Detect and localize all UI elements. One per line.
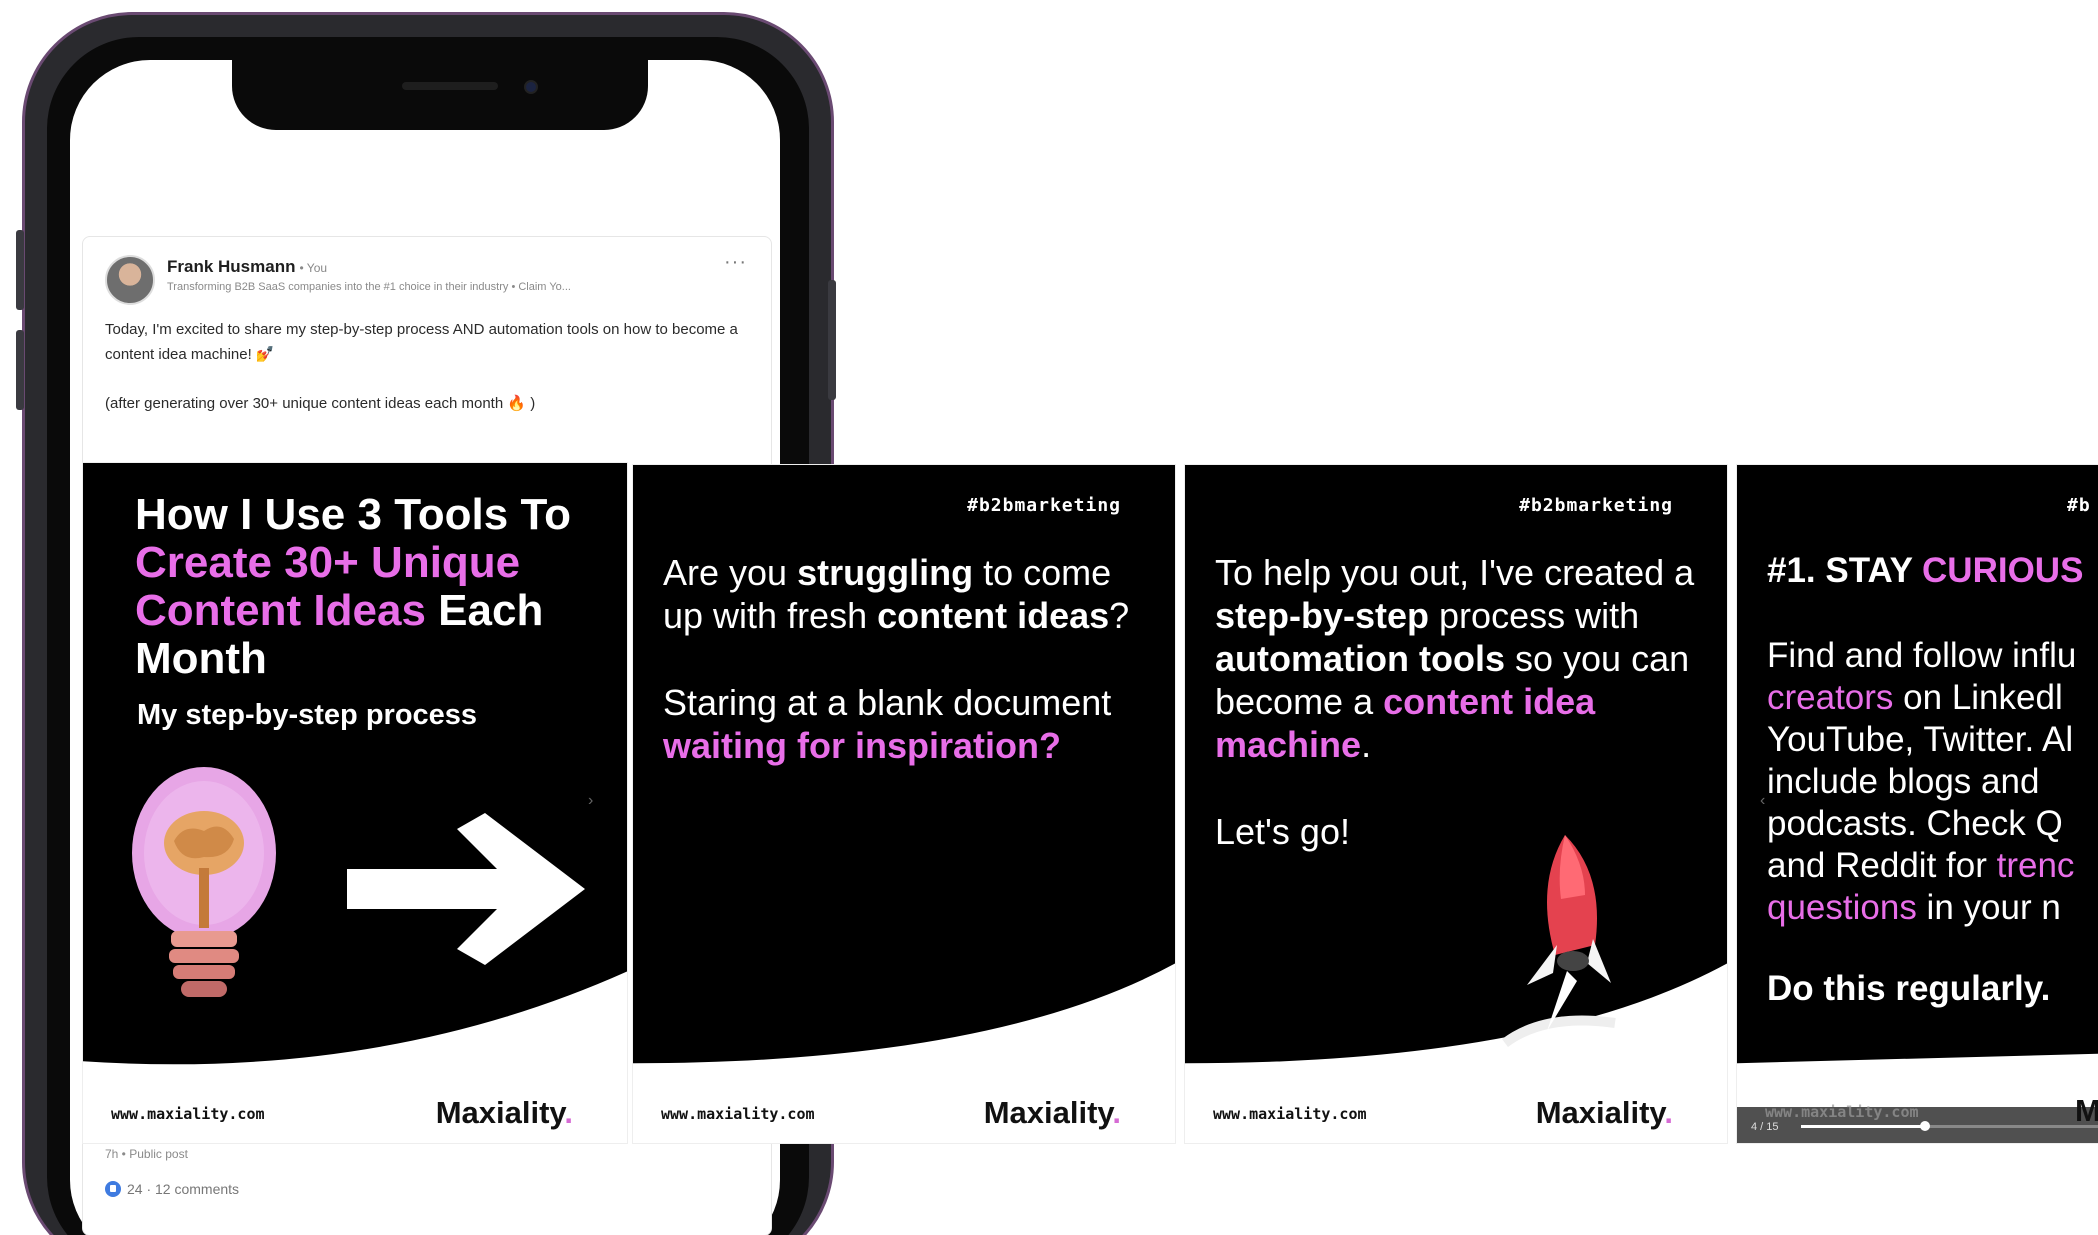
slide-footer-url: www.maxiality.com bbox=[1765, 1103, 1919, 1121]
chevron-right-icon[interactable]: › bbox=[588, 792, 593, 810]
speaker-icon bbox=[402, 82, 498, 90]
canvas: Frank Husmann • You Transforming B2B SaaS… bbox=[0, 0, 2098, 1235]
post-timestamp: 7h • Public post bbox=[105, 1147, 188, 1161]
chevron-left-icon[interactable]: ‹ bbox=[1760, 792, 1765, 810]
carousel-page-indicator: 4 / 15 bbox=[1751, 1121, 1779, 1133]
avatar[interactable] bbox=[105, 255, 155, 305]
brand-logo: Maxiality. bbox=[1535, 1095, 1673, 1130]
phone-notch bbox=[232, 58, 648, 130]
author-tagline: Transforming B2B SaaS companies into the… bbox=[167, 281, 571, 293]
phone-power-button bbox=[828, 280, 836, 400]
author-suffix: • You bbox=[299, 261, 328, 275]
post-paragraph: Today, I'm excited to share my step-by-s… bbox=[105, 321, 738, 363]
slide-hashtag: #b2bmarketing bbox=[967, 495, 1121, 516]
slide-body: Are you struggling to come up with fresh… bbox=[663, 552, 1130, 766]
slide-footer-url: www.maxiality.com bbox=[1213, 1105, 1367, 1123]
carousel-slide-2[interactable]: #b2bmarketing Are you struggling to come… bbox=[632, 464, 1176, 1144]
like-icon bbox=[105, 1181, 121, 1197]
reactions-summary[interactable]: 24 · 12 comments bbox=[105, 1181, 239, 1197]
carousel-slide-4[interactable]: #b #1. STAY CURIOUS Find and follow infl… bbox=[1736, 464, 2098, 1144]
slide-hashtag: #b2bmarketing bbox=[1519, 495, 1673, 516]
arrow-right-icon[interactable] bbox=[347, 813, 585, 965]
slide-footer-url: www.maxiality.com bbox=[661, 1105, 815, 1123]
brand-logo: M bbox=[2075, 1093, 2098, 1129]
brand-logo: Maxiality. bbox=[435, 1095, 573, 1130]
camera-icon bbox=[524, 80, 538, 94]
slide-callout: Do this regularly. bbox=[1767, 969, 2051, 1008]
post-paragraph: (after generating over 30+ unique conten… bbox=[105, 395, 536, 412]
phone-side-button bbox=[16, 330, 24, 410]
slide-heading: #1. STAY CURIOUS bbox=[1767, 551, 2084, 590]
slide-body: Find and follow influ creators on Linked… bbox=[1767, 636, 2077, 927]
carousel-progress-fill bbox=[1801, 1125, 1926, 1128]
author-name[interactable]: Frank Husmann • You bbox=[167, 257, 327, 277]
carousel-slide-1[interactable]: How I Use 3 Tools To Create 30+ Unique C… bbox=[82, 462, 628, 1144]
slide-title: How I Use 3 Tools To Create 30+ Unique C… bbox=[135, 490, 571, 683]
slide-subtitle: My step-by-step process bbox=[137, 699, 478, 731]
rocket-icon bbox=[1502, 835, 1616, 1048]
brand-logo: Maxiality. bbox=[983, 1095, 1121, 1130]
carousel-progress-bar[interactable]: www.maxiality.com M 4 / 15 bbox=[1737, 1093, 2098, 1143]
phone-side-button bbox=[16, 230, 24, 310]
slide-hashtag: #b bbox=[2067, 495, 2091, 516]
reactions-count: 24 · 12 comments bbox=[127, 1181, 240, 1197]
post-body: Today, I'm excited to share my step-by-s… bbox=[105, 317, 755, 440]
carousel-progress-handle[interactable] bbox=[1920, 1121, 1931, 1131]
slide-body: To help you out, I've created a step-by-… bbox=[1215, 552, 1695, 852]
carousel-slide-3[interactable]: #b2bmarketing To help you out, I've crea… bbox=[1184, 464, 1728, 1144]
carousel-progress-track[interactable] bbox=[1801, 1121, 2098, 1131]
more-options-icon[interactable]: ··· bbox=[724, 251, 747, 274]
slide-footer-url: www.maxiality.com bbox=[111, 1105, 265, 1123]
lightbulb-brain-icon bbox=[132, 767, 276, 997]
